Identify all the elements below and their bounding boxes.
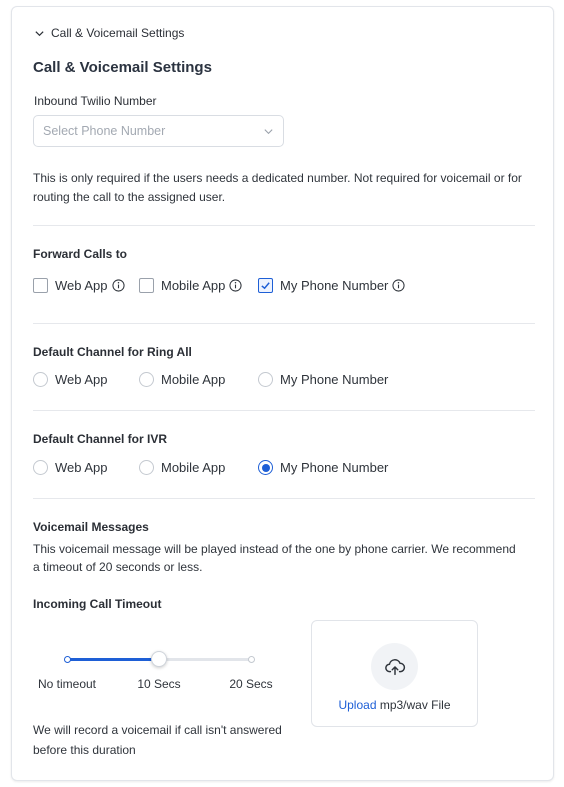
slider-handle[interactable]	[151, 651, 167, 667]
inbound-number-select[interactable]: Select Phone Number	[33, 115, 284, 147]
slider-label-no-timeout: No timeout	[37, 677, 97, 691]
slider-fill	[67, 658, 159, 661]
select-placeholder: Select Phone Number	[43, 124, 166, 138]
upload-file-label: mp3/wav File	[376, 698, 451, 712]
ivr-label: Default Channel for IVR	[33, 432, 168, 446]
section-collapse-toggle[interactable]: Call & Voicemail Settings	[34, 26, 184, 40]
ring-all-label: Default Channel for Ring All	[33, 345, 192, 359]
timeout-help-text: We will record a voicemail if call isn't…	[33, 723, 282, 757]
info-icon[interactable]	[111, 279, 125, 292]
ring-all-web-app-radio[interactable]: Web App	[33, 372, 108, 387]
voicemail-label: Voicemail Messages	[33, 520, 149, 534]
ivr-mobile-app-radio[interactable]: Mobile App	[139, 460, 225, 475]
upload-dropzone[interactable]: Upload mp3/wav File	[311, 620, 478, 727]
check-icon	[261, 282, 270, 290]
forward-calls-label: Forward Calls to	[33, 247, 128, 261]
option-label: Web App	[55, 460, 108, 475]
slider-tick[interactable]	[63, 656, 71, 663]
radio[interactable]	[33, 460, 48, 475]
forward-my-phone-checkbox[interactable]: My Phone Number	[258, 278, 405, 293]
chevron-down-icon	[35, 30, 44, 36]
forward-mobile-app-checkbox[interactable]: Mobile App	[139, 278, 242, 293]
checkbox[interactable]	[139, 278, 154, 293]
cloud-upload-icon	[371, 643, 418, 690]
checkbox[interactable]	[33, 278, 48, 293]
inbound-number-label: Inbound Twilio Number	[34, 94, 157, 108]
slider-label-20-secs: 20 Secs	[229, 677, 273, 691]
divider	[33, 410, 535, 411]
forward-web-app-checkbox[interactable]: Web App	[33, 278, 125, 293]
timeout-slider[interactable]: No timeout 10 Secs 20 Secs	[33, 647, 273, 697]
divider	[33, 498, 535, 499]
slider-label-10-secs: 10 Secs	[137, 677, 181, 691]
ring-all-my-phone-radio[interactable]: My Phone Number	[258, 372, 388, 387]
option-label: Web App	[55, 372, 108, 387]
collapse-label: Call & Voicemail Settings	[51, 26, 185, 40]
radio[interactable]	[258, 372, 273, 387]
inbound-help-text: This is only required if the users needs…	[33, 171, 522, 204]
ivr-web-app-radio[interactable]: Web App	[33, 460, 108, 475]
slider-tick[interactable]	[247, 656, 255, 663]
ring-all-mobile-app-radio[interactable]: Mobile App	[139, 372, 225, 387]
option-label: My Phone Number	[280, 460, 389, 475]
checkbox-checked[interactable]	[258, 278, 273, 293]
chevron-down-icon	[264, 129, 273, 135]
settings-card: Call & Voicemail Settings Call & Voicema…	[11, 6, 554, 781]
voicemail-help-text: This voicemail message will be played in…	[33, 542, 516, 574]
divider	[33, 323, 535, 324]
divider	[33, 225, 535, 226]
ivr-my-phone-radio[interactable]: My Phone Number	[258, 460, 388, 475]
option-label: Web App	[55, 278, 108, 293]
option-label: My Phone Number	[280, 372, 389, 387]
upload-text: Upload mp3/wav File	[312, 698, 477, 712]
option-label: Mobile App	[161, 460, 226, 475]
radio[interactable]	[139, 372, 154, 387]
info-icon[interactable]	[392, 279, 405, 292]
option-label: Mobile App	[161, 372, 226, 387]
option-label: Mobile App	[161, 278, 226, 293]
timeout-label: Incoming Call Timeout	[33, 597, 162, 611]
radio[interactable]	[33, 372, 48, 387]
upload-link[interactable]: Upload	[338, 698, 376, 712]
option-label: My Phone Number	[280, 278, 389, 293]
radio-selected[interactable]	[258, 460, 273, 475]
info-icon[interactable]	[229, 279, 242, 292]
section-title: Call & Voicemail Settings	[33, 59, 212, 76]
radio[interactable]	[139, 460, 154, 475]
